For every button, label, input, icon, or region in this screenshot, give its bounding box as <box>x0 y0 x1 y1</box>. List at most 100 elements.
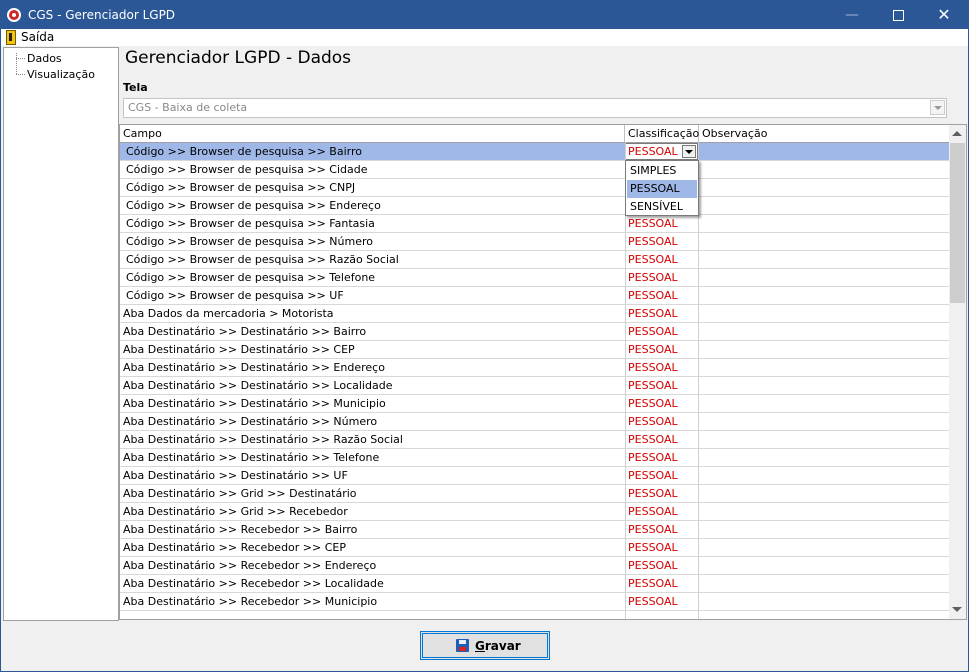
table-row[interactable]: Código >> Browser de pesquisa >> Fantasi… <box>120 215 949 233</box>
cell-classificacao[interactable]: PESSOAL <box>625 467 698 484</box>
minimize-button[interactable]: — <box>829 1 875 29</box>
cell-observacao[interactable] <box>699 575 949 592</box>
tela-select[interactable]: CGS - Baixa de coleta <box>123 98 947 118</box>
table-row[interactable]: Aba Destinatário >> Destinatário >> Tele… <box>120 449 949 467</box>
cell-classificacao[interactable]: PESSOAL <box>625 593 698 610</box>
dropdown-option-pessoal[interactable]: PESSOAL <box>627 180 697 198</box>
cell-classificacao[interactable]: PESSOAL <box>625 323 698 340</box>
cell-observacao[interactable] <box>699 287 949 304</box>
table-row[interactable]: Código >> Browser de pesquisa >> Cidade <box>120 161 949 179</box>
scroll-up-icon[interactable] <box>952 131 962 136</box>
cell-observacao[interactable] <box>699 413 949 430</box>
table-row[interactable]: Aba Destinatário >> Grid >> Destinatário… <box>120 485 949 503</box>
maximize-button[interactable] <box>875 1 921 29</box>
table-row[interactable]: Código >> Browser de pesquisa >> UF PESSO… <box>120 287 949 305</box>
table-row[interactable]: Aba Destinatário >> Recebedor >> Localid… <box>120 575 949 593</box>
cell-observacao[interactable] <box>699 143 949 160</box>
cell-classificacao[interactable]: PESSOAL <box>625 287 698 304</box>
table-row[interactable]: Código >> Browser de pesquisa >> Bairro P… <box>120 143 949 161</box>
tree-item-dados[interactable]: Dados <box>27 52 62 65</box>
cell-classificacao[interactable]: PESSOAL <box>625 539 698 556</box>
cell-observacao[interactable] <box>699 449 949 466</box>
cell-observacao[interactable] <box>699 341 949 358</box>
dropdown-option-sensivel[interactable]: SENSÍVEL <box>627 198 697 216</box>
save-button-label: Gravar <box>475 639 521 653</box>
cell-classificacao[interactable]: PESSOAL <box>625 413 698 430</box>
cell-classificacao[interactable]: PESSOAL <box>625 215 698 232</box>
tree-connector <box>16 53 17 74</box>
table-row[interactable]: Aba Destinatário >> Recebedor >> Bairro P… <box>120 521 949 539</box>
cell-observacao[interactable] <box>699 359 949 376</box>
table-row[interactable]: Aba Destinatário >> Recebedor >> Endereç… <box>120 557 949 575</box>
cell-classificacao[interactable]: PESSOAL <box>625 359 698 376</box>
cell-observacao[interactable] <box>699 521 949 538</box>
save-button[interactable]: Gravar <box>420 631 550 660</box>
column-header-observacao[interactable]: Observação <box>699 125 949 142</box>
scroll-down-icon[interactable] <box>952 607 962 612</box>
table-row[interactable]: Código >> Browser de pesquisa >> Razão S… <box>120 251 949 269</box>
cell-classificacao[interactable]: PESSOAL <box>625 251 698 268</box>
cell-observacao[interactable] <box>699 377 949 394</box>
table-row[interactable]: Aba Destinatário >> Destinatário >> UF PE… <box>120 467 949 485</box>
cell-observacao[interactable] <box>699 485 949 502</box>
cell-observacao[interactable] <box>699 269 949 286</box>
cell-classificacao[interactable]: PESSOAL <box>625 269 698 286</box>
cell-observacao[interactable] <box>699 197 949 214</box>
cell-classificacao[interactable]: PESSOAL <box>625 377 698 394</box>
cell-observacao[interactable] <box>699 503 949 520</box>
cell-observacao[interactable] <box>699 467 949 484</box>
tree-item-visualizacao[interactable]: Visualização <box>27 68 95 81</box>
cell-observacao[interactable] <box>699 431 949 448</box>
cell-observacao[interactable] <box>699 323 949 340</box>
table-row[interactable]: Código >> Browser de pesquisa >> Endereç… <box>120 197 949 215</box>
vertical-scrollbar[interactable] <box>949 125 966 619</box>
table-row[interactable]: Aba Destinatário >> Destinatário >> Razã… <box>120 431 949 449</box>
cell-classificacao[interactable]: PESSOAL <box>625 341 698 358</box>
cell-observacao[interactable] <box>699 215 949 232</box>
cell-classificacao[interactable]: PESSOAL <box>625 557 698 574</box>
classification-dropdown-list: SIMPLES PESSOAL SENSÍVEL <box>625 160 699 216</box>
cell-classificacao[interactable]: PESSOAL <box>625 305 698 322</box>
cell-classificacao[interactable]: PESSOAL <box>625 521 698 538</box>
table-row[interactable]: Aba Destinatário >> Destinatário >> Loca… <box>120 377 949 395</box>
menu-item-saida[interactable]: Saída <box>21 30 54 44</box>
cell-classificacao[interactable]: PESSOAL <box>625 485 698 502</box>
cell-observacao[interactable] <box>699 557 949 574</box>
table-row[interactable]: Aba Destinatário >> Destinatário >> Bair… <box>120 323 949 341</box>
cell-observacao[interactable] <box>699 539 949 556</box>
dropdown-option-simples[interactable]: SIMPLES <box>627 162 697 180</box>
cell-classificacao[interactable]: PESSOAL <box>625 395 698 412</box>
chevron-down-icon[interactable] <box>682 145 696 158</box>
table-row[interactable]: Aba Destinatário >> Recebedor >> Municip… <box>120 593 949 611</box>
cell-classificacao[interactable]: PESSOAL <box>625 431 698 448</box>
title-bar[interactable]: CGS - Gerenciador LGPD — ✕ <box>1 1 968 29</box>
table-row[interactable]: Aba Destinatário >> Recebedor >> CEP PESS… <box>120 539 949 557</box>
cell-observacao[interactable] <box>699 395 949 412</box>
cell-observacao[interactable] <box>699 593 949 610</box>
page-title: Gerenciador LGPD - Dados <box>125 48 352 68</box>
cell-classificacao[interactable]: PESSOAL <box>625 503 698 520</box>
table-row[interactable]: Aba Destinatário >> Destinatário >> Ende… <box>120 359 949 377</box>
table-row[interactable]: Código >> Browser de pesquisa >> Número P… <box>120 233 949 251</box>
cell-observacao[interactable] <box>699 179 949 196</box>
column-header-classificacao[interactable]: Classificação <box>625 125 699 142</box>
classification-editor[interactable]: PESSOAL <box>625 143 698 160</box>
cell-classificacao[interactable]: PESSOAL <box>625 449 698 466</box>
cell-observacao[interactable] <box>699 161 949 178</box>
close-button[interactable]: ✕ <box>921 1 967 29</box>
table-row[interactable]: Aba Destinatário >> Destinatário >> Muni… <box>120 395 949 413</box>
scrollbar-thumb[interactable] <box>950 143 965 303</box>
cell-observacao[interactable] <box>699 251 949 268</box>
cell-observacao[interactable] <box>699 233 949 250</box>
table-row[interactable]: Aba Dados da mercadoria > Motorista PESSO… <box>120 305 949 323</box>
cell-classificacao[interactable]: PESSOAL <box>625 575 698 592</box>
table-row[interactable]: Aba Destinatário >> Destinatário >> CEP P… <box>120 341 949 359</box>
table-row[interactable]: Aba Destinatário >> Destinatário >> Núme… <box>120 413 949 431</box>
table-row[interactable]: Código >> Browser de pesquisa >> Telefon… <box>120 269 949 287</box>
chevron-down-icon[interactable] <box>930 100 945 115</box>
cell-classificacao[interactable]: PESSOAL <box>625 233 698 250</box>
table-row[interactable]: Código >> Browser de pesquisa >> CNPJ <box>120 179 949 197</box>
column-header-campo[interactable]: Campo <box>120 125 625 142</box>
table-row[interactable]: Aba Destinatário >> Grid >> Recebedor PES… <box>120 503 949 521</box>
cell-observacao[interactable] <box>699 305 949 322</box>
